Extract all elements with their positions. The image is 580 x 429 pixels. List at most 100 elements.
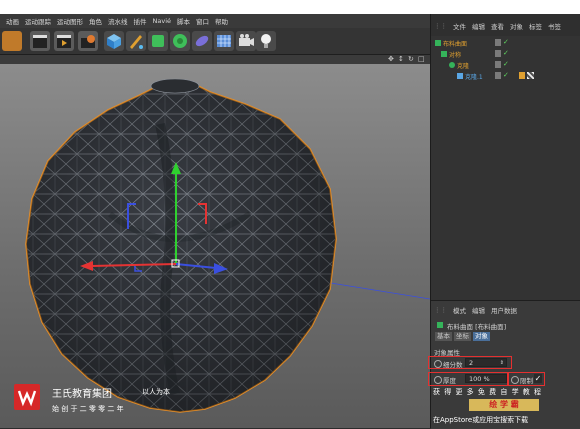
animate-subdivisions-radio[interactable]	[434, 360, 442, 368]
light-icon[interactable]	[256, 31, 276, 51]
subdivision-icon[interactable]	[148, 31, 168, 51]
spinner-arrows-icon[interactable]: ⇕	[500, 359, 504, 367]
brand-company: 王氏教育集团	[52, 389, 112, 400]
brand-founded: 始 创 于 二 零 零 二 年	[52, 405, 124, 413]
tab-user-data[interactable]: 用户数据	[491, 305, 517, 315]
enabled-check-icon[interactable]: ✓	[503, 60, 509, 68]
subdivisions-value: 2	[469, 359, 474, 367]
enabled-check-icon[interactable]: ✓	[503, 49, 509, 57]
cube-icon[interactable]	[104, 31, 124, 51]
brand-logo	[14, 384, 40, 410]
promo-app-name: 绘 学 霸	[469, 399, 539, 411]
object-name: 克隆	[457, 63, 470, 70]
brand-slogan: 以人为本	[142, 388, 170, 396]
subdivisions-input[interactable]: 2 ⇕	[465, 358, 507, 367]
menu-item[interactable]: 动画	[6, 16, 19, 26]
maximize-view-icon[interactable]: □	[418, 55, 425, 63]
zoom-view-icon[interactable]: ↕	[398, 55, 404, 63]
thickness-input[interactable]: 100 %	[465, 374, 507, 383]
rotate-view-icon[interactable]: ↻	[408, 55, 414, 63]
brand-logo-mark	[17, 390, 37, 407]
gear-icon	[81, 35, 95, 48]
tab-objects[interactable]: 对象	[510, 21, 523, 31]
deformer-icon[interactable]	[192, 31, 212, 51]
clapper-active-icon[interactable]	[54, 31, 74, 51]
clapper-render-icon	[33, 35, 47, 48]
toolbar	[0, 28, 430, 55]
object-name: 对称	[449, 52, 462, 59]
menu-item[interactable]: 窗口	[196, 16, 209, 26]
object-row-cloth[interactable]: 布料曲面 ✓	[431, 38, 580, 48]
menu-item[interactable]: 运动跟踪	[25, 16, 51, 26]
animate-thickness-radio[interactable]	[434, 376, 442, 384]
viewport-scene	[25, 78, 430, 413]
camera-icon[interactable]	[236, 31, 256, 51]
tag-icon[interactable]	[519, 72, 525, 79]
menu-item[interactable]: 帮助	[215, 16, 228, 26]
cloner-child-icon	[457, 73, 463, 79]
tab-bookmarks[interactable]: 书签	[548, 21, 561, 31]
clapper-icon[interactable]	[30, 31, 50, 51]
tab-edit[interactable]: 编辑	[472, 21, 485, 31]
mesh-top-cap	[150, 78, 200, 94]
attributes-tabs: ⋮⋮ 模式 编辑 用户数据	[431, 305, 580, 315]
render-region-icon[interactable]	[2, 31, 22, 51]
limit-label: 限制	[520, 377, 533, 385]
brand-watermark: 王氏教育集团 以人为本 始 创 于 二 零 零 二 年	[14, 382, 214, 422]
enabled-check-icon[interactable]: ✓	[503, 38, 509, 46]
light-bulb-icon	[261, 34, 271, 48]
subtab-object[interactable]: 对象	[473, 332, 490, 341]
tab-file[interactable]: 文件	[453, 21, 466, 31]
subdivisions-label: 细分数	[443, 361, 463, 369]
thickness-label: 厚度	[443, 377, 456, 385]
render-settings-icon[interactable]	[78, 31, 98, 51]
subtab-coordinates[interactable]: 坐标	[454, 332, 471, 341]
menu-item[interactable]: 插件	[134, 16, 147, 26]
visibility-toggle[interactable]	[495, 50, 501, 57]
move-view-icon[interactable]: ✥	[388, 55, 394, 63]
object-row-cloner-1[interactable]: 克隆.1 ✓	[431, 71, 580, 81]
object-row-cloner[interactable]: 克隆 ✓	[431, 60, 580, 70]
visibility-toggle[interactable]	[495, 61, 501, 68]
3d-viewport[interactable]: 王氏教育集团 以人为本 始 创 于 二 零 零 二 年	[0, 64, 430, 428]
attributes-subtabs: 基本 坐标 对象	[435, 332, 490, 341]
viewport-header: ✥ ↕ ↻ □	[0, 55, 430, 64]
tab-tags[interactable]: 标签	[529, 21, 542, 31]
floor-icon[interactable]	[214, 31, 234, 51]
right-panel: ⋮⋮ 文件 编辑 查看 对象 标签 书签 布料曲面 ✓ 对称 ✓ 克隆 ✓ 克隆…	[428, 14, 580, 429]
visibility-toggle[interactable]	[495, 39, 501, 46]
object-name: 克隆.1	[465, 74, 483, 81]
pen-spline-icon[interactable]	[126, 31, 146, 51]
visibility-toggle[interactable]	[495, 72, 501, 79]
limit-checkbox[interactable]: ✓	[534, 374, 542, 383]
menu-item[interactable]: 脚本	[177, 16, 190, 26]
clapper-play-icon	[57, 35, 71, 48]
cloth-object-icon	[435, 40, 441, 46]
material-tag-icon[interactable]	[527, 72, 534, 79]
promo-line-1: 获 得 更 多 免 费 自 学 教 程	[433, 388, 543, 396]
promo-line-3: 在AppStore或应用宝搜索下载	[433, 416, 529, 424]
camera-object-icon	[239, 34, 254, 46]
nurbs-icon	[152, 35, 164, 47]
menu-item[interactable]: 运动图形	[57, 16, 83, 26]
menu-item[interactable]: Navié	[153, 17, 172, 25]
menu-item[interactable]: 流水线	[108, 16, 128, 26]
grid-floor-icon	[217, 35, 231, 47]
bend-icon	[195, 35, 209, 47]
panel-grip-icon: ⋮⋮	[434, 306, 447, 314]
object-name: 布料曲面	[443, 41, 468, 48]
subtab-basic[interactable]: 基本	[435, 332, 452, 341]
array-icon[interactable]	[170, 31, 190, 51]
animate-limit-radio[interactable]	[511, 376, 519, 384]
menu-item[interactable]: 角色	[89, 16, 102, 26]
tab-view[interactable]: 查看	[491, 21, 504, 31]
menu-bar: 动画 运动跟踪 运动图形 角色 流水线 插件 Navié 脚本 窗口 帮助	[0, 14, 430, 28]
attributes-object-title: 布料曲面 [布料曲面]	[447, 323, 507, 331]
attributes-panel: ⋮⋮ 模式 编辑 用户数据 布料曲面 [布料曲面] 基本 坐标 对象 对象属性 …	[428, 300, 580, 429]
object-row-symmetry[interactable]: 对称 ✓	[431, 49, 580, 59]
enabled-check-icon[interactable]: ✓	[503, 71, 509, 79]
tab-mode[interactable]: 模式	[453, 305, 466, 315]
object-manager: 布料曲面 ✓ 对称 ✓ 克隆 ✓ 克隆.1 ✓	[431, 36, 580, 306]
tab-edit[interactable]: 编辑	[472, 305, 485, 315]
pen-icon	[130, 35, 143, 49]
